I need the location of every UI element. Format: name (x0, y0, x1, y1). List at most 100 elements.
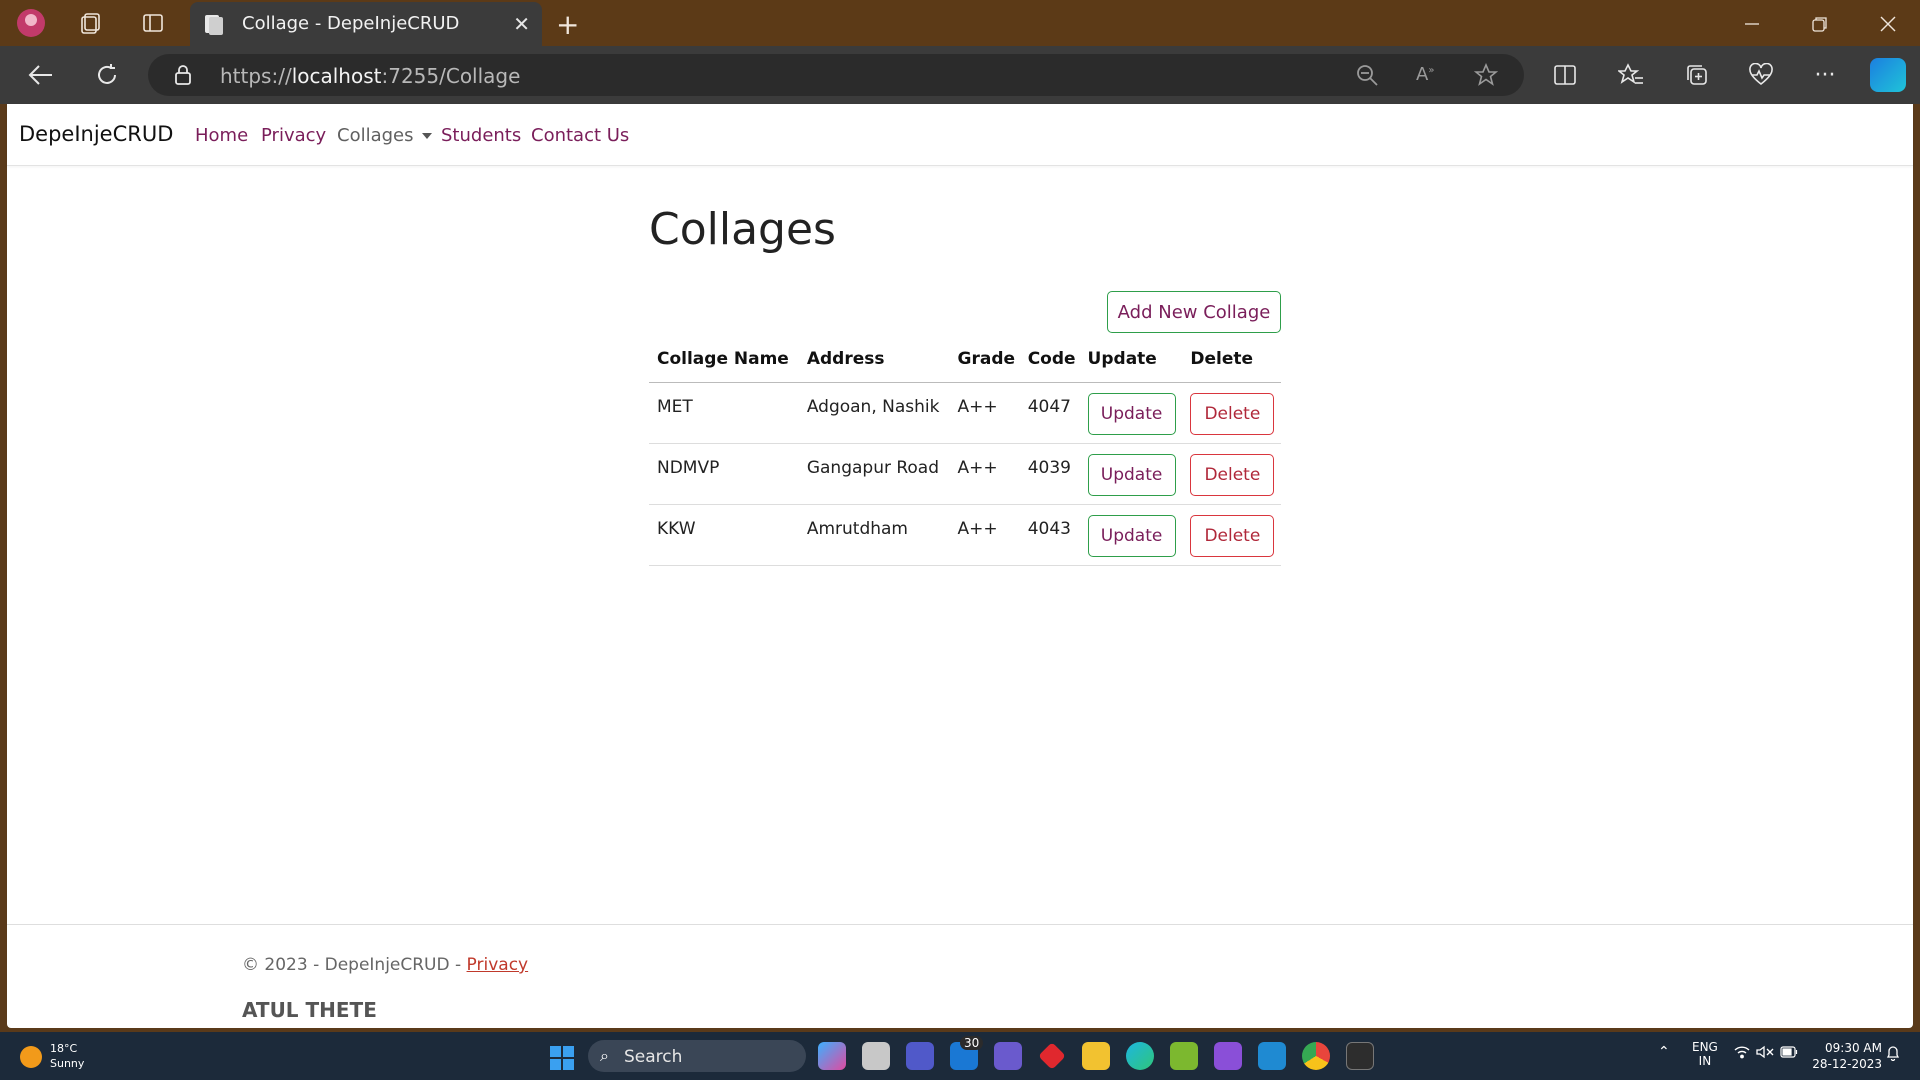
table-header-row: Collage Name Address Grade Code Update D… (649, 336, 1281, 383)
update-button[interactable]: Update (1087, 453, 1176, 496)
edge-icon[interactable] (1126, 1042, 1154, 1070)
chevron-down-icon (421, 133, 432, 139)
cell-collage-name: NDMVP (649, 443, 799, 505)
copyright-label: © 2023 - DepeInjeCRUD - (242, 955, 467, 975)
power-automate-icon[interactable] (994, 1042, 1022, 1070)
file-explorer-stack-icon[interactable] (862, 1042, 890, 1070)
more-options-icon[interactable]: ··· (1808, 58, 1842, 92)
language-indicator[interactable]: ENG IN (1692, 1040, 1718, 1068)
nav-privacy[interactable]: Privacy (261, 125, 326, 146)
cell-code: 4047 (1019, 382, 1080, 444)
close-window-icon[interactable] (1874, 10, 1902, 38)
weather-temperature[interactable]: 18°C (50, 1042, 77, 1055)
cell-code: 4039 (1019, 443, 1080, 505)
cell-update: Update (1079, 382, 1183, 444)
terminal-icon[interactable] (1346, 1042, 1374, 1070)
notification-bell-icon[interactable] (1886, 1045, 1900, 1064)
battery-icon[interactable] (1780, 1046, 1798, 1061)
cell-collage-name: MET (649, 382, 799, 444)
folder-icon[interactable] (1082, 1042, 1110, 1070)
chrome-icon[interactable] (1302, 1042, 1330, 1070)
taskbar-search-label: Search (624, 1047, 683, 1067)
weather-condition[interactable]: Sunny (50, 1057, 84, 1070)
copilot-app-icon[interactable] (818, 1042, 846, 1070)
vscode-icon[interactable] (1258, 1042, 1286, 1070)
cell-grade: A++ (949, 443, 1020, 505)
volume-muted-icon[interactable] (1756, 1045, 1774, 1062)
sticky-app-icon[interactable] (1170, 1042, 1198, 1070)
url-host: localhost (291, 64, 382, 88)
windows-taskbar: 18°C Sunny ⌕ Search 30 ⌃ ENG IN 09:30 AM 2… (0, 1032, 1920, 1080)
footer-privacy-link[interactable]: Privacy (467, 955, 529, 975)
back-icon[interactable] (24, 58, 58, 92)
delete-button[interactable]: Delete (1190, 514, 1275, 557)
git-icon[interactable] (1038, 1042, 1066, 1070)
browser-tab-active[interactable]: Collage - DepeInjeCRUD ✕ (190, 2, 542, 46)
new-tab-icon[interactable]: + (556, 8, 579, 41)
visual-studio-icon[interactable] (1214, 1042, 1242, 1070)
start-windows-icon[interactable] (550, 1046, 574, 1070)
delete-button[interactable]: Delete (1190, 453, 1275, 496)
lang-top: ENG (1692, 1040, 1718, 1054)
col-header-delete: Delete (1182, 336, 1281, 383)
page-title: Collages (649, 204, 836, 255)
table-row: MET Adgoan, Nashik A++ 4047 Update Delet… (649, 382, 1281, 444)
cell-address: Amrutdham (798, 504, 950, 566)
profile-avatar-icon[interactable] (16, 8, 46, 38)
favorites-icon[interactable] (1614, 58, 1648, 92)
lock-icon[interactable] (174, 64, 192, 90)
browser-essentials-icon[interactable] (1744, 58, 1778, 92)
browser-titlebar: Collage - DepeInjeCRUD ✕ + (0, 0, 1920, 46)
chevron-up-icon[interactable]: ⌃ (1658, 1044, 1670, 1060)
taskbar-search[interactable]: ⌕ Search (588, 1040, 806, 1072)
col-header-address: Address (798, 336, 950, 383)
collections-icon[interactable] (1680, 58, 1714, 92)
split-screen-icon[interactable] (1548, 58, 1582, 92)
refresh-icon[interactable] (90, 58, 124, 92)
app-brand[interactable]: DepeInjeCRUD (19, 122, 173, 146)
col-header-grade: Grade (949, 336, 1020, 383)
add-new-collage-button[interactable]: Add New Collage (1107, 291, 1281, 333)
teams-icon[interactable] (906, 1042, 934, 1070)
nav-students[interactable]: Students (441, 125, 521, 146)
tab-actions-icon[interactable] (138, 8, 168, 38)
lang-bottom: IN (1698, 1054, 1712, 1068)
copyright-text: © 2023 - DepeInjeCRUD - Privacy (242, 955, 528, 975)
mail-badge: 30 (960, 1036, 984, 1050)
cell-address: Adgoan, Nashik (798, 382, 950, 444)
update-button[interactable]: Update (1087, 392, 1176, 435)
collages-table: Collage Name Address Grade Code Update D… (649, 336, 1281, 566)
cell-code: 4043 (1019, 504, 1080, 566)
author-name: ATUL THETE (242, 998, 377, 1022)
cell-delete: Delete (1182, 382, 1281, 444)
cell-update: Update (1079, 443, 1183, 505)
restore-icon[interactable] (1806, 10, 1834, 38)
nav-contact-us[interactable]: Contact Us (531, 125, 629, 146)
delete-button[interactable]: Delete (1190, 392, 1275, 435)
cell-grade: A++ (949, 382, 1020, 444)
copilot-icon[interactable] (1870, 58, 1906, 92)
favorite-star-icon[interactable] (1473, 62, 1499, 91)
app-navbar: DepeInjeCRUD Home Privacy Collages Stude… (7, 104, 1913, 166)
table-row: NDMVP Gangapur Road A++ 4039 Update Dele… (649, 443, 1281, 505)
nav-home[interactable]: Home (195, 125, 248, 146)
search-icon: ⌕ (600, 1046, 609, 1065)
url-text[interactable]: https://localhost:7255/Collage (220, 64, 520, 88)
col-header-code: Code (1019, 336, 1080, 383)
nav-collages-dropdown[interactable]: Collages (337, 125, 432, 146)
cell-collage-name: KKW (649, 504, 799, 566)
weather-sun-icon[interactable] (20, 1046, 42, 1068)
nav-collages-label: Collages (337, 125, 414, 146)
workspaces-icon[interactable] (76, 8, 106, 38)
minimize-icon[interactable] (1738, 10, 1766, 38)
url-scheme: https:// (220, 64, 292, 88)
system-clock[interactable]: 09:30 AM 28-12-2023 (1812, 1040, 1882, 1072)
wifi-icon[interactable] (1734, 1045, 1750, 1062)
update-button[interactable]: Update (1087, 514, 1176, 557)
clock-time: 09:30 AM (1825, 1041, 1882, 1055)
browser-toolbar: https://localhost:7255/Collage A» ··· (0, 46, 1920, 104)
close-tab-icon[interactable]: ✕ (513, 12, 530, 36)
zoom-out-icon[interactable] (1356, 64, 1378, 90)
read-aloud-icon[interactable]: A» (1416, 64, 1434, 85)
address-bar[interactable]: https://localhost:7255/Collage A» (148, 54, 1524, 96)
